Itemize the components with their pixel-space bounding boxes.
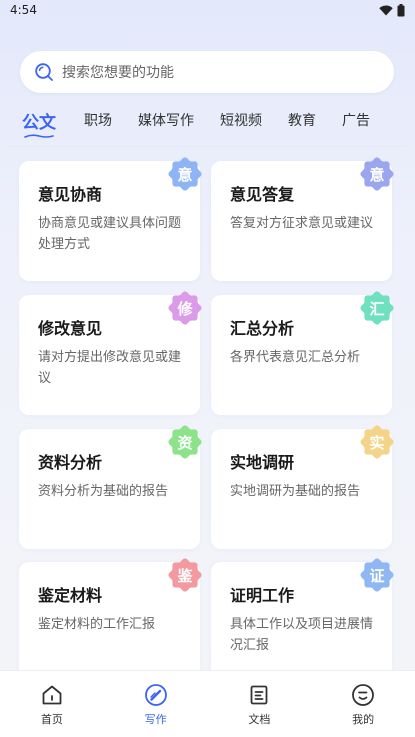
search-placeholder: 搜索您想要的功能 bbox=[62, 65, 174, 81]
badge-label: 修 bbox=[177, 299, 193, 318]
badge-label: 证 bbox=[369, 566, 385, 585]
profile-icon bbox=[350, 682, 376, 708]
nav-label: 文档 bbox=[248, 713, 271, 726]
tab-label: 广告 bbox=[342, 113, 370, 129]
template-card-zhengming-gongzuo[interactable]: 证明工作具体工作以及项目进展情况汇报 证 bbox=[211, 558, 394, 682]
template-card-yijian-xieshang[interactable]: 意见协商协商意见或建议具体问题处理方式 意 bbox=[19, 157, 202, 281]
badge-label: 汇 bbox=[369, 299, 385, 318]
badge-label: 资 bbox=[177, 433, 193, 452]
card-description: 各界代表意见汇总分析 bbox=[230, 350, 361, 365]
badge-icon: 资 bbox=[168, 425, 202, 459]
nav-label: 首页 bbox=[40, 713, 63, 726]
status-icons bbox=[379, 3, 405, 17]
tab-jiaoyu[interactable]: 教育 bbox=[288, 110, 316, 130]
tab-gongwen[interactable]: 公文 bbox=[22, 108, 56, 138]
card-title: 鉴定材料 bbox=[38, 586, 103, 605]
tab-label: 公文 bbox=[22, 113, 56, 133]
nav-label: 写作 bbox=[144, 713, 167, 726]
card-description: 答复对方征求意见或建议 bbox=[230, 216, 374, 231]
tab-label: 教育 bbox=[288, 113, 316, 129]
tab-duanshipin[interactable]: 短视频 bbox=[220, 110, 262, 130]
badge-icon: 意 bbox=[168, 157, 202, 191]
card-title: 意见答复 bbox=[230, 185, 295, 204]
tab-label: 短视频 bbox=[220, 113, 262, 129]
template-card-ziliao-fenxi[interactable]: 资料分析资料分析为基础的报告 资 bbox=[19, 425, 202, 549]
tab-guanggao[interactable]: 广告 bbox=[342, 110, 370, 130]
write-icon bbox=[143, 682, 169, 708]
badge-icon: 意 bbox=[360, 157, 394, 191]
card-description: 请对方提出修改意见或建议 bbox=[38, 350, 182, 386]
badge-icon: 证 bbox=[360, 558, 394, 592]
badge-icon: 汇 bbox=[360, 291, 394, 325]
nav-label: 我的 bbox=[352, 713, 375, 726]
card-title: 证明工作 bbox=[230, 586, 295, 605]
card-title: 意见协商 bbox=[38, 185, 103, 204]
nav-profile[interactable]: 我的 bbox=[311, 671, 415, 737]
card-description: 鉴定材料的工作汇报 bbox=[38, 617, 156, 632]
card-description: 协商意见或建议具体问题处理方式 bbox=[38, 216, 182, 252]
template-card-xiugai-yijian[interactable]: 修改意见请对方提出修改意见或建议 修 bbox=[19, 291, 202, 415]
card-title: 资料分析 bbox=[38, 453, 103, 472]
tab-active-indicator bbox=[24, 134, 54, 138]
card-description: 实地调研为基础的报告 bbox=[230, 484, 361, 499]
search-icon bbox=[35, 63, 53, 81]
badge-label: 意 bbox=[177, 165, 193, 184]
card-title: 修改意见 bbox=[38, 319, 103, 338]
status-time: 4:54 bbox=[10, 3, 37, 17]
template-card-yijian-dafu[interactable]: 意见答复答复对方征求意见或建议 意 bbox=[211, 157, 394, 281]
category-tabs: 公文 职场 媒体写作 短视频 教育 广告 bbox=[0, 110, 415, 144]
battery-icon bbox=[397, 3, 405, 16]
tab-meiti[interactable]: 媒体写作 bbox=[138, 110, 194, 130]
badge-icon: 鉴 bbox=[168, 558, 202, 592]
card-title: 汇总分析 bbox=[230, 319, 295, 338]
nav-document[interactable]: 文档 bbox=[208, 671, 312, 737]
badge-label: 意 bbox=[369, 165, 385, 184]
template-card-shidi-diaoyan[interactable]: 实地调研实地调研为基础的报告 实 bbox=[211, 425, 394, 549]
tab-divider bbox=[8, 146, 407, 147]
tab-label: 职场 bbox=[84, 113, 112, 129]
home-icon bbox=[39, 682, 65, 708]
badge-icon: 实 bbox=[360, 425, 394, 459]
tab-zhichang[interactable]: 职场 bbox=[84, 110, 112, 130]
template-card-huizong-fenxi[interactable]: 汇总分析各界代表意见汇总分析 汇 bbox=[211, 291, 394, 415]
nav-home[interactable]: 首页 bbox=[0, 671, 104, 737]
nav-write[interactable]: 写作 bbox=[104, 671, 208, 737]
card-title: 实地调研 bbox=[230, 453, 295, 472]
tab-label: 媒体写作 bbox=[138, 113, 194, 129]
card-description: 资料分析为基础的报告 bbox=[38, 484, 169, 499]
document-icon bbox=[246, 682, 272, 708]
wifi-icon bbox=[379, 5, 393, 15]
badge-icon: 修 bbox=[168, 291, 202, 325]
template-card-jianding-cailiao[interactable]: 鉴定材料鉴定材料的工作汇报 鉴 bbox=[19, 558, 202, 682]
search-input[interactable]: 搜索您想要的功能 bbox=[20, 51, 394, 93]
card-description: 具体工作以及项目进展情况汇报 bbox=[230, 617, 374, 653]
badge-label: 实 bbox=[369, 433, 385, 452]
status-bar: 4:54 bbox=[0, 0, 415, 20]
bottom-nav: 首页 写作 文档 我的 bbox=[0, 670, 415, 737]
badge-label: 鉴 bbox=[177, 566, 193, 585]
